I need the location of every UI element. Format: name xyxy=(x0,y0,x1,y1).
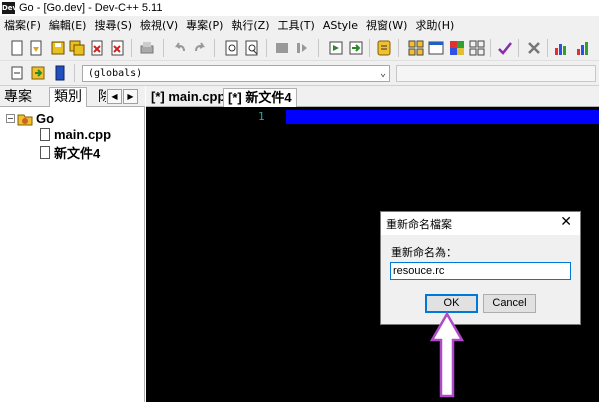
compile-icon[interactable] xyxy=(328,40,344,56)
toolbar-separator xyxy=(266,39,267,57)
menu-project[interactable]: 專案(P) xyxy=(182,16,227,35)
run-icon[interactable] xyxy=(348,40,364,56)
toolbar-separator xyxy=(214,39,215,57)
print-icon[interactable] xyxy=(139,40,155,56)
save-all-icon[interactable] xyxy=(69,40,85,56)
close-file-icon[interactable] xyxy=(89,40,105,56)
tree-item-label: 新文件4 xyxy=(54,146,101,161)
ok-button[interactable]: OK xyxy=(425,294,478,313)
toolbar-separator xyxy=(398,39,399,57)
toolbar-separator xyxy=(518,39,519,57)
goto-icon[interactable] xyxy=(294,40,310,56)
tab-new-file[interactable]: [*] 新文件4 xyxy=(223,88,297,107)
function-select[interactable] xyxy=(396,65,596,82)
menu-file[interactable]: 檔案(F) xyxy=(0,16,45,35)
window-title: Go - [Go.dev] - Dev-C++ 5.11 xyxy=(19,2,163,14)
delete-icon[interactable] xyxy=(526,40,542,56)
menu-search[interactable]: 搜尋(S) xyxy=(90,16,136,35)
menu-execute[interactable]: 執行(Z) xyxy=(227,16,273,35)
project-icon xyxy=(17,114,33,125)
toolbar-separator xyxy=(369,39,370,57)
window-titlebar: Dev Go - [Go.dev] - Dev-C++ 5.11 xyxy=(0,0,599,16)
main-toolbar xyxy=(0,35,599,61)
bookmark-icon[interactable] xyxy=(52,65,68,81)
tab-classes[interactable]: 類別 xyxy=(49,87,87,107)
toolbar-separator xyxy=(547,39,548,57)
cancel-button[interactable]: Cancel xyxy=(483,294,536,313)
rename-dialog: 重新命名檔案 ✕ 重新命名為： OK Cancel xyxy=(380,211,581,325)
profile-chart-icon[interactable] xyxy=(575,40,591,56)
menu-view[interactable]: 檢視(V) xyxy=(136,16,182,35)
new-file-icon[interactable] xyxy=(9,40,25,56)
class-toolbar: (globals) ⌄ xyxy=(0,61,599,86)
goto-line-icon[interactable] xyxy=(30,65,46,81)
tree-root-label: Go xyxy=(36,111,55,126)
annotation-arrow-icon xyxy=(430,312,464,398)
chevron-down-icon[interactable]: ⌄ xyxy=(380,66,386,81)
undo-icon[interactable] xyxy=(172,40,188,56)
menu-help[interactable]: 求助(H) xyxy=(411,16,458,35)
menu-window[interactable]: 視窗(W) xyxy=(362,16,411,35)
tab-project[interactable]: 專案 xyxy=(4,88,32,106)
rename-label: 重新命名為： xyxy=(391,246,457,259)
scope-select[interactable]: (globals) ⌄ xyxy=(82,65,390,82)
tab-scroll-left-icon[interactable]: ◀ xyxy=(107,89,122,104)
close-all-icon[interactable] xyxy=(110,40,126,56)
line-number: 1 xyxy=(258,110,265,123)
debug-icon[interactable] xyxy=(376,40,392,56)
toolbar-separator xyxy=(318,39,319,57)
dialog-titlebar: 重新命名檔案 ✕ xyxy=(381,212,580,235)
tree-item-label: main.cpp xyxy=(54,127,112,142)
tile-icon[interactable] xyxy=(408,40,424,56)
file-icon xyxy=(40,128,50,141)
tree-root[interactable]: − Go xyxy=(6,111,54,126)
menu-tools[interactable]: 工具(T) xyxy=(274,16,319,35)
grid-icon[interactable] xyxy=(469,40,485,56)
collapse-toggle-icon[interactable]: − xyxy=(6,114,15,123)
menu-astyle[interactable]: AStyle xyxy=(319,16,362,35)
current-line-highlight xyxy=(286,110,599,124)
scope-select-value: (globals) xyxy=(88,68,143,79)
tab-debug[interactable]: 除 xyxy=(98,88,106,106)
project-panel: 專案 類別 除 ◀ ▶ − Go main.cpp 新文件4 xyxy=(0,86,145,402)
save-icon[interactable] xyxy=(50,40,66,56)
menubar: 檔案(F) 編輯(E) 搜尋(S) 檢視(V) 專案(P) 執行(Z) 工具(T… xyxy=(0,16,599,35)
check-icon[interactable] xyxy=(497,40,513,56)
devcpp-app-icon: Dev xyxy=(2,2,18,14)
color-grid-icon[interactable] xyxy=(449,40,465,56)
close-icon[interactable]: ✕ xyxy=(560,214,572,230)
file-icon xyxy=(40,146,50,159)
insert-icon[interactable] xyxy=(9,65,25,81)
toolbar-separator xyxy=(74,64,75,82)
menu-edit[interactable]: 編輯(E) xyxy=(45,16,91,35)
editor-tabs: [*] main.cpp [*] 新文件4 xyxy=(146,86,599,107)
tab-scroll-right-icon[interactable]: ▶ xyxy=(123,89,138,104)
rename-input[interactable] xyxy=(390,262,571,280)
find-icon[interactable] xyxy=(224,40,240,56)
panel-tabs: 專案 類別 除 ◀ ▶ xyxy=(0,86,145,107)
tree-item-main-cpp[interactable]: main.cpp xyxy=(40,127,111,142)
dialog-title: 重新命名檔案 xyxy=(386,218,452,231)
open-file-icon[interactable] xyxy=(28,40,44,56)
tab-main-cpp[interactable]: [*] main.cpp xyxy=(147,88,229,107)
replace-icon[interactable] xyxy=(244,40,260,56)
toolbar-separator xyxy=(163,39,164,57)
toolbar-separator xyxy=(490,39,491,57)
chart-icon[interactable] xyxy=(553,40,569,56)
tree-item-new-file[interactable]: 新文件4 xyxy=(40,143,100,162)
window-icon[interactable] xyxy=(428,40,444,56)
redo-icon[interactable] xyxy=(192,40,208,56)
toolbar-separator xyxy=(131,39,132,57)
indent-icon[interactable] xyxy=(274,40,290,56)
